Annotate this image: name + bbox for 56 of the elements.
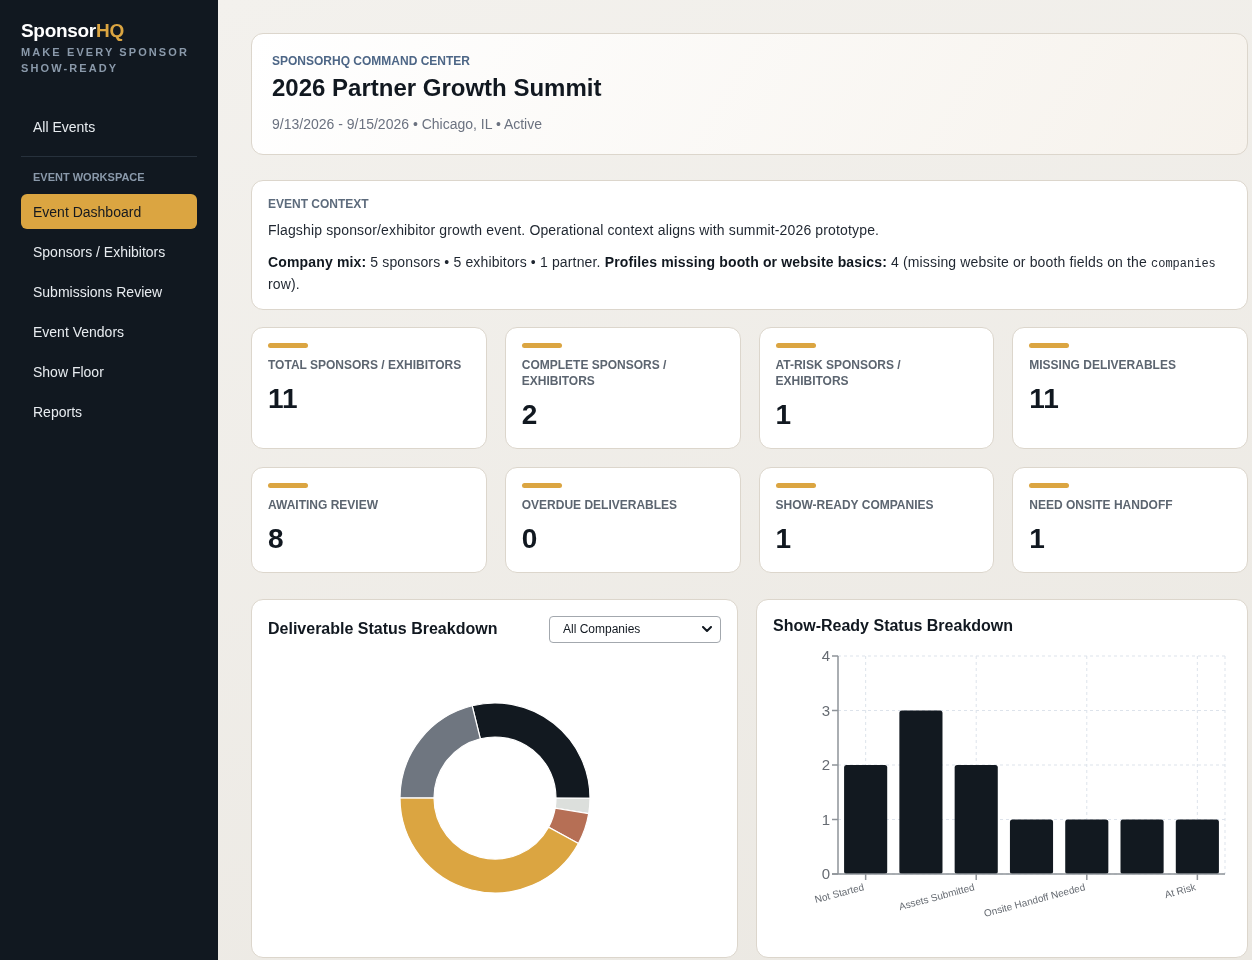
stat-label: NEED ONSITE HANDOFF — [1029, 497, 1173, 513]
nav-section-label: EVENT WORKSPACE — [32, 170, 145, 184]
nav-item[interactable]: Reports — [21, 394, 197, 429]
page-eyebrow: SPONSORHQ COMMAND CENTER — [272, 53, 470, 69]
stat-value: 0 — [521, 523, 538, 555]
stat-label: COMPLETE SPONSORS / EXHIBITORS — [521, 357, 668, 389]
context-summary: Company mix: 5 sponsors • 5 exhibitors • 1 partner. Profiles missing booth or website basics: 4 (missing website or booth fields on the companies row). — [268, 253, 1217, 294]
y-axis-label: 2 — [821, 756, 830, 773]
stat-label: MISSING DELIVERABLES — [1029, 357, 1176, 373]
accent-dash-icon — [521, 483, 562, 488]
section-heading: EVENT CONTEXT — [268, 196, 369, 212]
stat-value: 11 — [1029, 383, 1059, 415]
company-filter-select[interactable]: All Companies — [549, 615, 721, 643]
event-meta: 9/13/2026 - 9/15/2026 • Chicago, IL • Active — [272, 115, 543, 133]
y-axis-label: 3 — [821, 701, 830, 719]
y-axis-label: 1 — [821, 810, 830, 828]
stat-value: 11 — [268, 383, 298, 415]
chart-bar — [1120, 819, 1164, 874]
chart-title: Deliverable Status Breakdown — [268, 619, 498, 639]
accent-dash-icon — [268, 483, 308, 488]
context-description: Flagship sponsor/exhibitor growth event. Operational context aligns with summit-2026 prototype. — [268, 221, 880, 240]
chart-bar — [1175, 819, 1219, 874]
event-title: 2026 Partner Growth Summit — [272, 73, 602, 103]
accent-dash-icon — [268, 343, 308, 348]
stat-label: AT-RISK SPONSORS / EXHIBITORS — [775, 357, 902, 389]
accent-dash-icon — [775, 483, 816, 488]
x-axis-label: Onsite Handoff Needed — [982, 881, 1087, 918]
chart-title: Show-Ready Status Breakdown — [773, 616, 1015, 636]
nav-item[interactable]: Event Vendors — [21, 314, 197, 349]
stat-value: 8 — [268, 523, 284, 555]
stat-label: TOTAL SPONSORS / EXHIBITORS — [268, 357, 462, 373]
chart-bar — [1065, 819, 1109, 874]
nav-item[interactable]: Event Dashboard — [21, 194, 197, 229]
accent-dash-icon — [775, 343, 816, 348]
accent-dash-icon — [1029, 343, 1070, 348]
x-axis-label: Not Started — [813, 881, 866, 906]
stat-value: 1 — [775, 523, 792, 555]
accent-dash-icon — [521, 343, 562, 348]
stat-label: AWAITING REVIEW — [268, 497, 378, 513]
brand-logo: SponsorHQ — [21, 19, 124, 43]
nav-item[interactable]: All Events — [21, 109, 197, 144]
stat-label: OVERDUE DELIVERABLES — [521, 497, 678, 513]
chart-bar — [1009, 819, 1054, 874]
x-axis-label: At Risk — [1163, 881, 1197, 901]
y-axis-label: 0 — [821, 865, 830, 882]
accent-dash-icon — [1029, 483, 1070, 488]
stat-label: SHOW-READY COMPANIES — [775, 497, 934, 513]
chevron-down-icon — [702, 625, 712, 633]
y-axis-label: 4 — [821, 647, 830, 664]
nav-item[interactable]: Sponsors / Exhibitors — [21, 234, 197, 269]
brand-tagline: MAKE EVERY SPONSOR SHOW-READY — [21, 45, 190, 76]
nav-item[interactable]: Submissions Review — [21, 274, 197, 309]
stat-value: 1 — [775, 399, 792, 431]
stat-value: 2 — [521, 399, 538, 431]
nav-item[interactable]: Show Floor — [21, 354, 197, 389]
stat-value: 1 — [1029, 523, 1045, 555]
